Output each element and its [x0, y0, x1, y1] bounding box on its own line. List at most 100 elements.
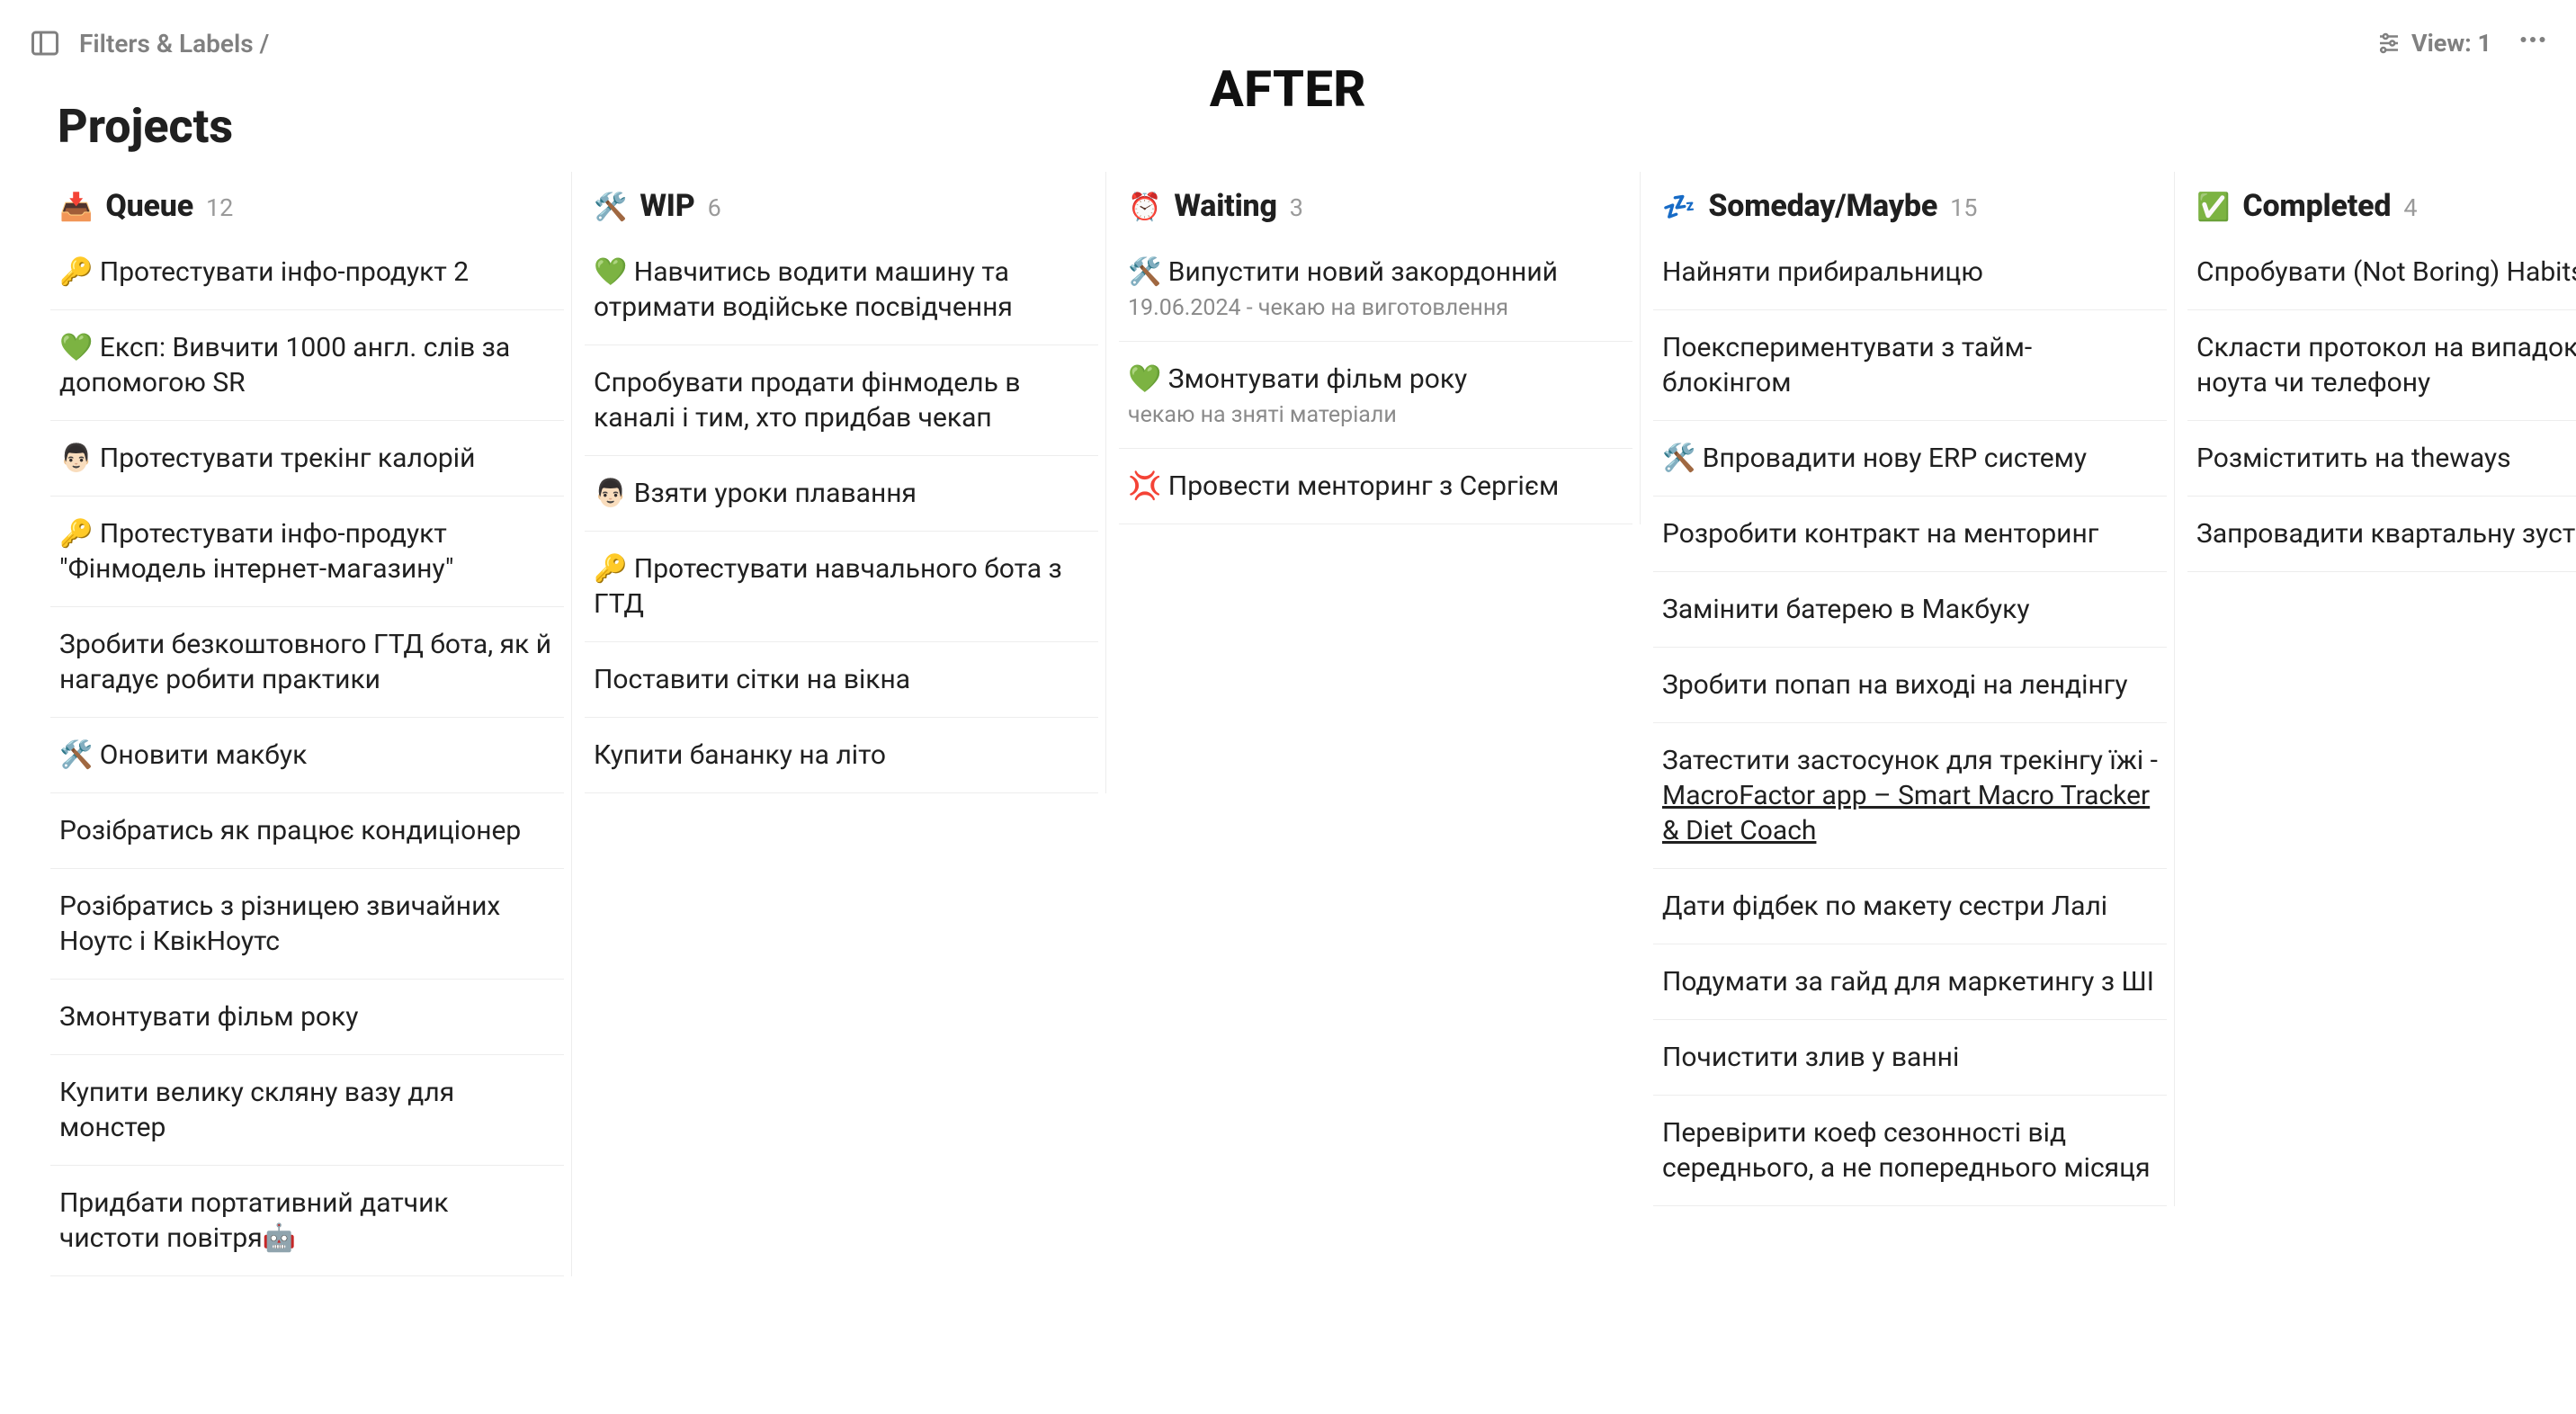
column-title: WIP — [640, 188, 694, 224]
board-column: 💤Someday/Maybe15 Найняти прибиральницю Пое… — [1653, 172, 2175, 1206]
board-column: ✅ Completed 4 Спробувати (Not Boring) Habit… — [2187, 172, 2576, 572]
task-title: Почистити злив у ванні — [1662, 1040, 2158, 1075]
task-card[interactable]: 🔑 Протестувати інфо-продукт "Фінмодель і… — [50, 497, 564, 607]
task-title: Зробити безкоштовного ГТД бота, як й наг… — [59, 627, 555, 697]
task-card[interactable]: Почистити злив у ванні — [1653, 1020, 2167, 1096]
task-card[interactable]: Розміститить на theways — [2187, 421, 2576, 497]
column-title: Completed — [2242, 188, 2391, 224]
task-card[interactable]: Зробити попап на виході на лендінгу — [1653, 648, 2167, 723]
topbar-left: Filters & Labels / — [27, 25, 269, 61]
task-card[interactable]: 🔑 Протестувати інфо-продукт 2 — [50, 235, 564, 310]
breadcrumb[interactable]: Filters & Labels / — [79, 29, 269, 58]
column-count: 3 — [1290, 193, 1303, 222]
task-title: Подумати за гайд для маркетингу з ШІ — [1662, 964, 2158, 999]
task-title-prefix: Затестити застосунок для трекінгу їжі - — [1662, 745, 2158, 776]
task-title: Поставити сітки на вікна — [594, 662, 1089, 697]
column-header[interactable]: ⏰Waiting3 — [1119, 172, 1632, 235]
task-card[interactable]: Запровадити квартальну зустріч з CEO — [2187, 497, 2576, 572]
column-title: Someday/Maybe — [1708, 188, 1937, 224]
task-card[interactable]: Придбати портативний датчик чистоти пові… — [50, 1166, 564, 1276]
task-card[interactable]: Подумати за гайд для маркетингу з ШІ — [1653, 944, 2167, 1020]
sliders-icon — [2375, 30, 2402, 57]
column-icon: ✅ — [2196, 192, 2230, 223]
task-title: Розробити контракт на менторинг — [1662, 516, 2158, 551]
task-card[interactable]: Спробувати продати фінмодель в каналі і … — [585, 345, 1098, 456]
task-title: Запровадити квартальну зустріч з CEO — [2196, 516, 2576, 551]
more-menu-icon[interactable] — [2517, 23, 2549, 63]
board-column: 📥 Queue 12 🔑 Протестувати інфо-продукт 2 💚 Е… — [50, 172, 572, 1276]
task-title: Скласти протокол на випадок втрати ноута… — [2196, 330, 2576, 400]
column-header[interactable]: ✅ Completed 4 — [2187, 172, 2576, 235]
task-card[interactable]: Найняти прибиральницю — [1653, 235, 2167, 310]
task-title: 👨🏻 Взяти уроки плавання — [594, 476, 1089, 511]
task-title: Купити бананку на літо — [594, 738, 1089, 773]
column-count: 12 — [206, 193, 233, 222]
column-icon: 🛠️ — [594, 192, 627, 223]
task-title: Розміститить на theways — [2196, 441, 2576, 476]
column-count: 6 — [708, 193, 721, 222]
task-title: Придбати портативний датчик чистоти пові… — [59, 1186, 555, 1256]
column-header[interactable]: 📥 Queue 12 — [50, 172, 564, 235]
task-card[interactable]: Поекспериментувати з тайм-блокінгом — [1653, 310, 2167, 421]
task-title: 🛠️ Впровадити нову ERP систему — [1662, 441, 2158, 476]
task-card[interactable]: Зробити безкоштовного ГТД бота, як й наг… — [50, 607, 564, 718]
task-title: Замінити батерею в Макбуку — [1662, 592, 2158, 627]
task-title: 🔑 Протестувати навчального бота з ГТД — [594, 551, 1089, 622]
column-title: Waiting — [1174, 188, 1276, 224]
task-card[interactable]: Затестити застосунок для трекінгу їжі - … — [1653, 723, 2167, 869]
task-card[interactable]: Замінити батерею в Макбуку — [1653, 572, 2167, 648]
task-card[interactable]: Спробувати (Not Boring) Habits app — [2187, 235, 2576, 310]
task-title: Поекспериментувати з тайм-блокінгом — [1662, 330, 2158, 400]
task-card[interactable]: 👨🏻 Взяти уроки плавання — [585, 456, 1098, 532]
column-title: Queue — [105, 188, 193, 224]
task-card[interactable]: 💚 Навчитись водити машину та отримати во… — [585, 235, 1098, 345]
task-card[interactable]: Розібратись з різницею звичайних Ноутс і… — [50, 869, 564, 980]
task-card[interactable]: Перевірити коеф сезонності від середньог… — [1653, 1096, 2167, 1206]
task-title: Купити велику скляну вазу для монстер — [59, 1075, 555, 1145]
task-card[interactable]: 🛠️ Випустити новий закордонний 19.06.2024… — [1119, 235, 1632, 342]
task-card[interactable]: Дати фідбек по макету сестри Лалі — [1653, 869, 2167, 944]
task-card[interactable]: Скласти протокол на випадок втрати ноута… — [2187, 310, 2576, 421]
board-column: 🛠️ WIP 6 💚 Навчитись водити машину та отрим… — [585, 172, 1106, 793]
task-card[interactable]: Розібратись як працює кондиціонер — [50, 793, 564, 869]
task-title: Затестити застосунок для трекінгу їжі - … — [1662, 743, 2158, 848]
task-title: Дати фідбек по макету сестри Лалі — [1662, 889, 2158, 924]
column-icon: 📥 — [59, 192, 93, 223]
task-card[interactable]: 💢 Провести менторинг з Сергієм — [1119, 449, 1632, 524]
topbar-right: View: 1 — [2375, 23, 2549, 63]
task-title: 🛠️ Оновити макбук — [59, 738, 555, 773]
sidebar-toggle-icon[interactable] — [27, 25, 63, 61]
task-title: 🔑 Протестувати інфо-продукт 2 — [59, 255, 555, 290]
column-header[interactable]: 💤Someday/Maybe15 — [1653, 172, 2167, 235]
task-title: 🔑 Протестувати інфо-продукт "Фінмодель і… — [59, 516, 555, 586]
task-card[interactable]: 👨🏻 Протестувати трекінг калорій — [50, 421, 564, 497]
task-card[interactable]: Розробити контракт на менторинг — [1653, 497, 2167, 572]
task-title: Розібратись як працює кондиціонер — [59, 813, 555, 848]
column-count: 4 — [2403, 193, 2417, 222]
task-subtitle: 19.06.2024 - чекаю на виготовлення — [1128, 295, 1623, 321]
task-card[interactable]: 💚 Змонтувати фільм року чекаю на зняті ма… — [1119, 342, 1632, 449]
column-header[interactable]: 🛠️ WIP 6 — [585, 172, 1098, 235]
task-card[interactable]: Змонтувати фільм року — [50, 980, 564, 1055]
task-subtitle: чекаю на зняті матеріали — [1128, 402, 1623, 428]
task-card[interactable]: 🛠️ Впровадити нову ERP систему — [1653, 421, 2167, 497]
task-card[interactable]: Купити бананку на літо — [585, 718, 1098, 793]
view-label: View: 1 — [2411, 29, 2491, 58]
task-title: Спробувати продати фінмодель в каналі і … — [594, 365, 1089, 435]
task-title: 💚 Змонтувати фільм року — [1128, 362, 1623, 397]
task-card[interactable]: 💚 Експ: Вивчити 1000 англ. слів за допом… — [50, 310, 564, 421]
board: 📥 Queue 12 🔑 Протестувати інфо-продукт 2 💚 Е… — [0, 172, 2576, 1276]
task-card[interactable]: Купити велику скляну вазу для монстер — [50, 1055, 564, 1166]
task-title: 🛠️ Випустити новий закордонний — [1128, 255, 1623, 290]
task-title: 💢 Провести менторинг з Сергієм — [1128, 469, 1623, 504]
after-title-overlay: AFTER — [1210, 59, 1366, 119]
task-title: Найняти прибиральницю — [1662, 255, 2158, 290]
task-title: Змонтувати фільм року — [59, 999, 555, 1034]
task-card[interactable]: Поставити сітки на вікна — [585, 642, 1098, 718]
task-title-link[interactable]: MacroFactor app – Smart Macro Tracker & … — [1662, 780, 2150, 846]
task-card[interactable]: 🔑 Протестувати навчального бота з ГТД — [585, 532, 1098, 642]
task-card[interactable]: 🛠️ Оновити макбук — [50, 718, 564, 793]
view-switcher[interactable]: View: 1 — [2375, 29, 2491, 58]
task-title: 💚 Навчитись водити машину та отримати во… — [594, 255, 1089, 325]
board-column: ⏰Waiting3🛠️ Випустити новий закордонний1… — [1119, 172, 1641, 524]
